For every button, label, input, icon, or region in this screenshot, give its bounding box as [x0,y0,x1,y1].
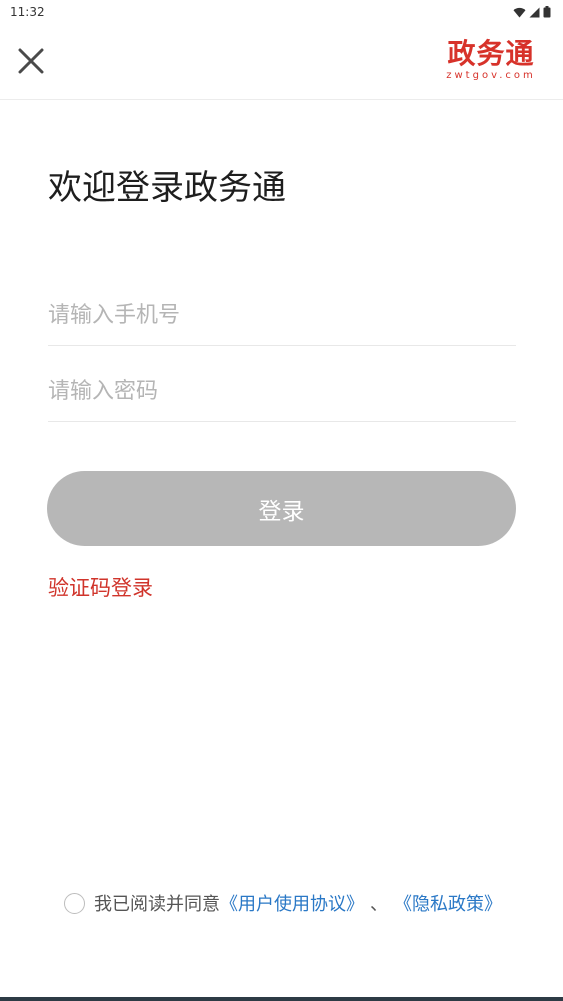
status-time: 11:32 [10,5,45,19]
agreement-checkbox[interactable] [64,892,85,914]
battery-icon [543,6,551,18]
agreement: 我已阅读并同意 《用户使用协议》 、 《隐私政策》 [64,890,502,916]
close-button[interactable] [14,44,48,78]
logo-text: 政务通 [447,37,535,70]
privacy-policy-link[interactable]: 《隐私政策》 [394,890,502,916]
password-input[interactable] [48,362,516,421]
bottom-bar [0,997,563,1001]
password-field [48,362,516,422]
user-agreement-link[interactable]: 《用户使用协议》 [220,890,364,916]
logo-domain: zwtgov.com [446,70,536,81]
agreement-prefix: 我已阅读并同意 [94,894,220,915]
phone-field [48,286,516,346]
phone-input[interactable] [48,286,516,345]
logo: 政务通 zwtgov.com [437,38,545,88]
header: 政务通 zwtgov.com [0,24,563,100]
login-button[interactable]: 登录 [47,471,516,546]
page-title: 欢迎登录政务通 [48,168,286,208]
close-icon [18,48,44,74]
wifi-icon [513,7,526,18]
sms-login-link[interactable]: 验证码登录 [48,572,153,602]
cellular-signal-icon [529,7,540,17]
agreement-separator: 、 [370,894,388,915]
status-bar: 11:32 [0,0,563,24]
status-icons [513,6,551,18]
